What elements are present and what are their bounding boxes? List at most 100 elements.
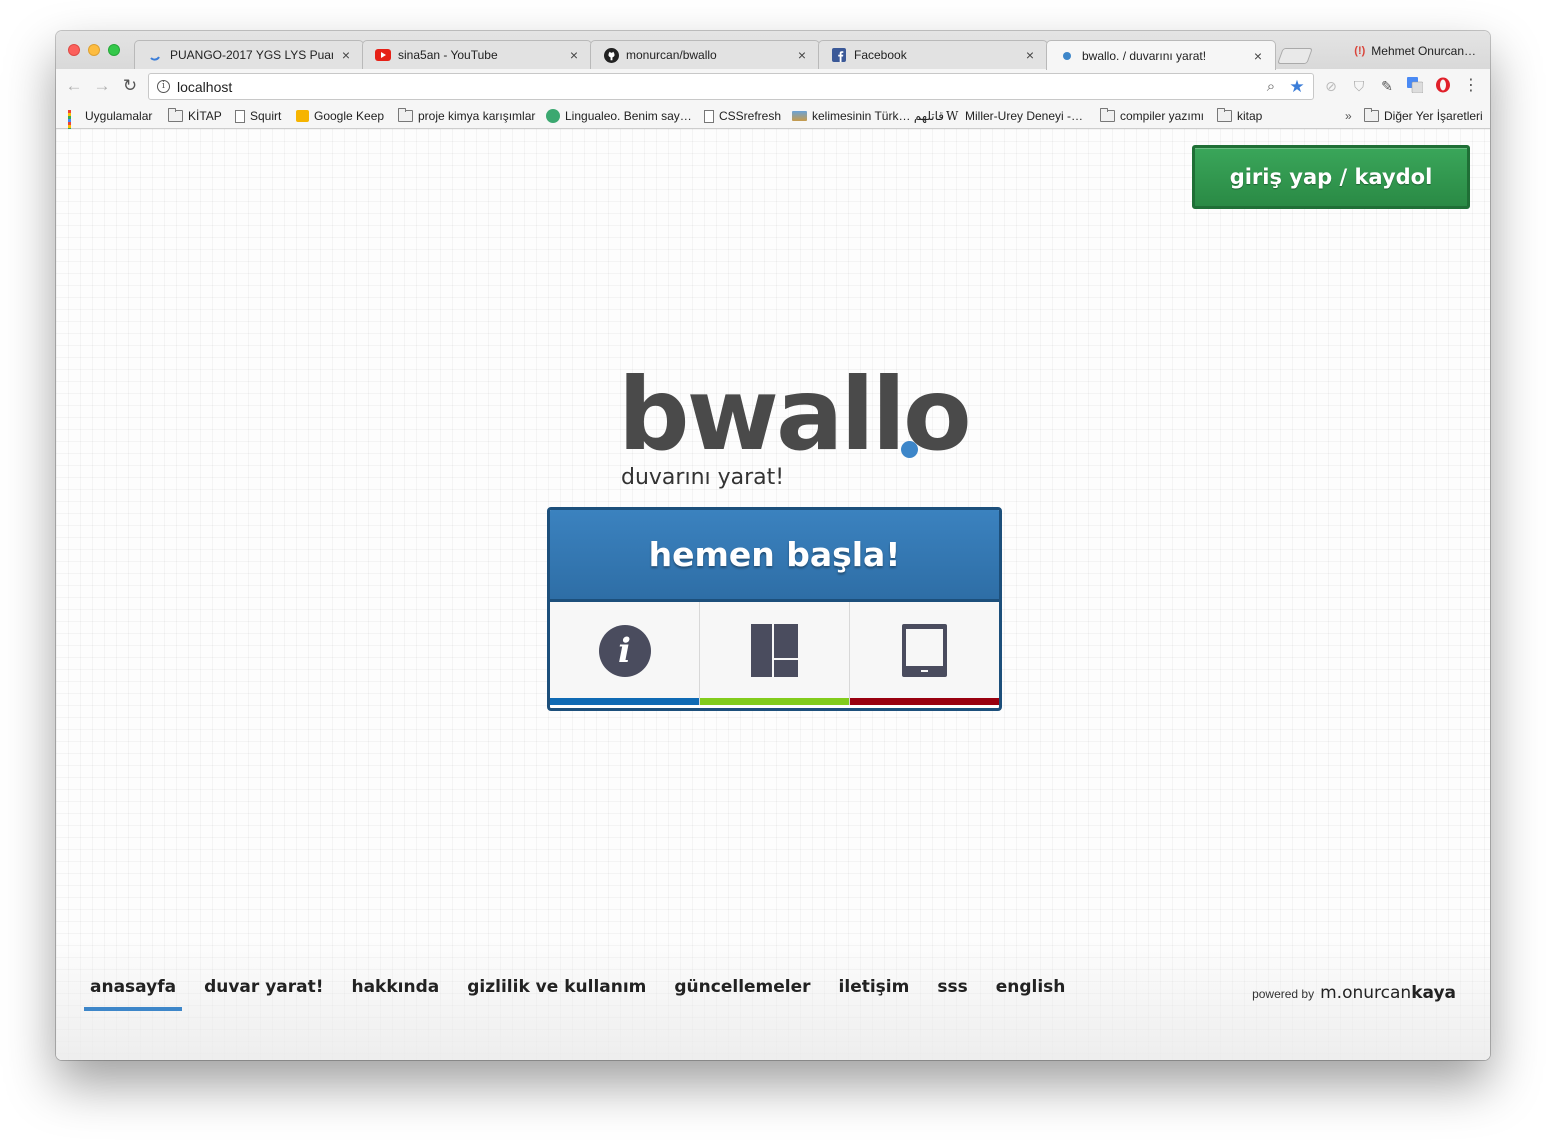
login-register-button[interactable]: giriş yap / kaydol — [1192, 145, 1470, 209]
bookmarks-overflow-button[interactable]: » — [1345, 109, 1352, 123]
tab-github[interactable]: monurcan/bwallo × — [590, 40, 820, 69]
bookmark-label: compiler yazımı — [1120, 109, 1205, 123]
eyedropper-icon[interactable]: ✎ — [1378, 77, 1396, 95]
new-tab-button[interactable] — [1277, 48, 1313, 64]
page-footer: anasayfa duvar yarat! hakkında gizlilik … — [56, 940, 1490, 1060]
bookmark-star-icon[interactable]: ★ — [1287, 77, 1307, 97]
bookmark-label: Miller-Urey Deneyi -… — [965, 109, 1084, 123]
bookmark-label: CSSrefresh — [719, 109, 782, 123]
forward-arrow-icon[interactable]: → — [92, 76, 112, 96]
bookmark-label: Lingualeo. Benim say… — [565, 109, 692, 123]
tab-title: PUANGO-2017 YGS LYS Puan ve — [170, 48, 333, 62]
bookmark-other-folder[interactable]: Diğer Yer İşaretleri — [1364, 108, 1483, 123]
bookmark-proje-folder[interactable]: proje kimya karışımlar — [398, 108, 536, 123]
folder-icon — [1100, 108, 1115, 122]
facebook-icon — [831, 47, 847, 63]
tab-close-icon[interactable]: × — [339, 47, 353, 63]
youtube-icon — [375, 47, 391, 63]
zoom-icon[interactable]: ⌕ — [1261, 78, 1281, 95]
tab-youtube[interactable]: sina5an - YouTube × — [362, 40, 592, 69]
bookmark-lingualeo[interactable]: Lingualeo. Benim say… — [546, 109, 692, 123]
maximize-window-button[interactable] — [108, 44, 120, 56]
tab-close-icon[interactable]: × — [1251, 48, 1265, 64]
page-icon — [235, 109, 245, 123]
footer-link-english[interactable]: english — [990, 977, 1072, 1011]
translate-icon[interactable] — [1406, 77, 1424, 95]
bookmark-label: proje kimya karışımlar — [418, 109, 536, 123]
loading-spinner-icon — [147, 47, 163, 63]
profile-button[interactable]: (!) Mehmet Onurcan… — [1354, 44, 1476, 58]
folder-icon — [1217, 108, 1232, 122]
author-first: onurcan — [1342, 983, 1412, 1003]
bookmark-squirt[interactable]: Squirt — [235, 109, 281, 123]
bookmark-label: kitap — [1237, 109, 1263, 123]
profile-name: Mehmet Onurcan… — [1371, 44, 1476, 58]
menu-kebab-icon[interactable]: ⋮ — [1462, 77, 1480, 95]
author-link[interactable]: m.onurcankaya — [1320, 983, 1456, 1003]
footer-link-sss[interactable]: sss — [931, 977, 973, 1011]
back-arrow-icon[interactable]: ← — [64, 76, 84, 96]
close-window-button[interactable] — [68, 44, 80, 56]
tab-title: bwallo. / duvarını yarat! — [1082, 48, 1207, 63]
book-icon — [792, 111, 807, 121]
footer-link-hakkinda[interactable]: hakkında — [345, 977, 445, 1011]
folder-icon — [398, 108, 413, 122]
address-bar[interactable]: i localhost ⌕ ★ — [148, 73, 1314, 100]
feature-tablet[interactable] — [850, 602, 999, 705]
footer-link-guncellemeler[interactable]: güncellemeler — [668, 977, 816, 1011]
tab-title: monurcan/bwallo — [626, 48, 717, 62]
tab-close-icon[interactable]: × — [1023, 47, 1037, 63]
bookmark-kitap2-folder[interactable]: kitap — [1217, 108, 1263, 123]
apps-grid-icon — [68, 110, 80, 137]
tab-close-icon[interactable]: × — [795, 47, 809, 63]
info-icon: i — [598, 624, 651, 677]
google-keep-icon — [296, 110, 309, 122]
page-content: giriş yap / kaydol bwallo duvarını yarat… — [56, 129, 1490, 1060]
bookmark-label: Google Keep — [314, 109, 385, 123]
bwallo-dot-icon — [1059, 48, 1075, 64]
bookmark-apps[interactable]: Uygulamalar — [68, 109, 153, 137]
bookmark-kitap-folder[interactable]: KİTAP — [168, 108, 222, 123]
feature-color-bar — [550, 698, 699, 705]
bookmark-label: Uygulamalar — [85, 109, 153, 123]
bookmarks-bar: Uygulamalar KİTAP Squirt Google Keep pro… — [56, 105, 1490, 137]
tagline: duvarını yarat! — [621, 465, 785, 490]
bookmark-label: KİTAP — [188, 109, 222, 123]
minimize-window-button[interactable] — [88, 44, 100, 56]
tablet-icon — [902, 624, 947, 677]
bookmark-compiler-folder[interactable]: compiler yazımı — [1100, 108, 1205, 123]
tab-close-icon[interactable]: × — [567, 47, 581, 63]
reload-icon[interactable]: ↻ — [120, 76, 140, 96]
tab-title: sina5an - YouTube — [398, 48, 498, 62]
feature-layout[interactable] — [700, 602, 850, 705]
feature-info[interactable]: i — [550, 602, 700, 705]
extension-icon[interactable]: ⊘ — [1322, 77, 1340, 95]
footer-link-gizlilik[interactable]: gizlilik ve kullanım — [461, 977, 652, 1011]
footer-link-duvar-yarat[interactable]: duvar yarat! — [198, 977, 329, 1011]
feature-color-bar — [850, 698, 999, 705]
bookmark-miller-urey[interactable]: W Miller-Urey Deneyi -… — [946, 109, 1083, 123]
url-text[interactable]: localhost — [177, 79, 1261, 95]
sync-error-icon: (!) — [1354, 45, 1366, 57]
wikipedia-icon: W — [946, 109, 959, 123]
folder-icon — [168, 108, 183, 122]
site-info-icon[interactable]: i — [157, 80, 170, 93]
browser-toolbar: ← → ↻ i localhost ⌕ ★ ⊘ ⛉ ✎ ⋮ — [56, 69, 1490, 105]
bookmark-label: Squirt — [250, 109, 282, 123]
layout-icon — [751, 624, 798, 677]
browser-window: PUANGO-2017 YGS LYS Puan ve × sina5an - … — [56, 31, 1490, 1060]
opera-icon[interactable] — [1434, 77, 1452, 95]
tab-facebook[interactable]: Facebook × — [818, 40, 1048, 69]
author-prefix: m. — [1320, 983, 1343, 1003]
tab-bwallo[interactable]: bwallo. / duvarını yarat! × — [1046, 40, 1276, 70]
shield-icon[interactable]: ⛉ — [1350, 77, 1368, 95]
tab-puango[interactable]: PUANGO-2017 YGS LYS Puan ve × — [134, 40, 364, 69]
feature-color-bar — [700, 698, 849, 705]
bookmark-kelimesinin[interactable]: kelimesinin Türk… قاتلهم — [792, 109, 944, 123]
start-now-button[interactable]: hemen başla! — [550, 510, 999, 602]
bookmark-cssrefresh[interactable]: CSSrefresh — [704, 109, 781, 123]
footer-link-iletisim[interactable]: iletişim — [833, 977, 916, 1011]
bookmark-google-keep[interactable]: Google Keep — [296, 109, 384, 123]
powered-by: powered by m.onurcankaya — [1252, 983, 1456, 1003]
footer-link-anasayfa[interactable]: anasayfa — [84, 977, 183, 1011]
